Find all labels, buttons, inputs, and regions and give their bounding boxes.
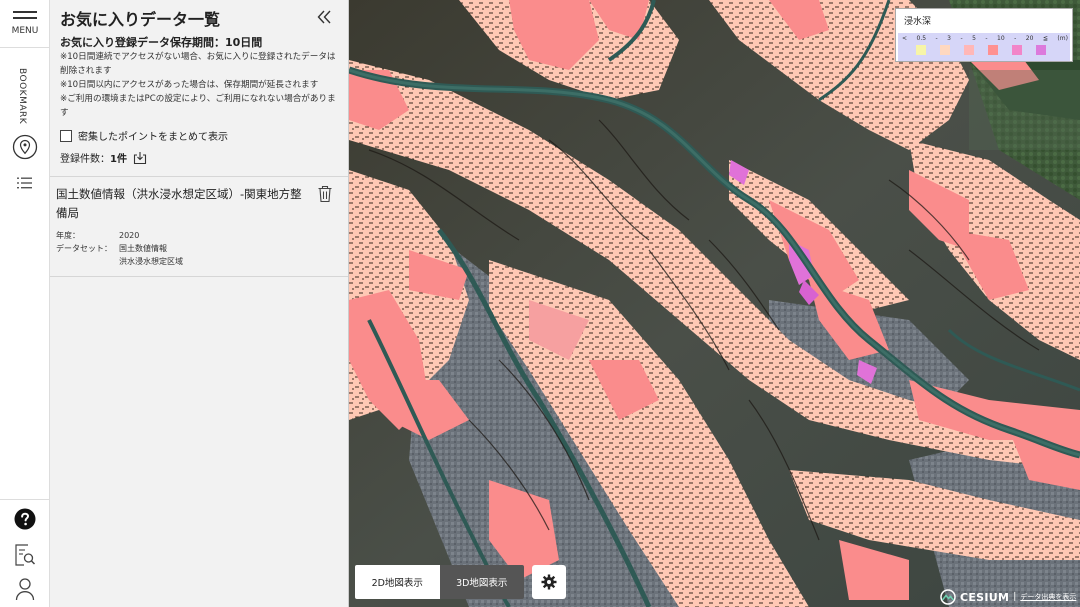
legend-tick: -: [985, 35, 988, 42]
dataset-value: 洪水浸水想定区域: [119, 257, 183, 266]
retention-notes: ※10日間連続でアクセスがない場合、お気に入りに登録されたデータは削除されます …: [60, 50, 342, 120]
favorites-panel: お気に入りデータ一覧 お気に入り登録データ保存期間：10日間 ※10日間連続でア…: [50, 0, 349, 607]
cesium-logo-text: CESIUM: [960, 590, 1010, 604]
favorite-item[interactable]: 国土数値情報（洪水浸水想定区域）-関東地方整備局 年度： 2020 データセット…: [50, 176, 348, 277]
flood-map-canvas: [349, 0, 1080, 607]
legend-title: 浸水深: [904, 17, 932, 27]
legend-tick: 5: [972, 35, 976, 42]
dataset-value: 国土数値情報: [119, 244, 167, 253]
registered-count: 登録件数：1件: [60, 150, 147, 165]
retention-note: ※10日間連続でアクセスがない場合、お気に入りに登録されたデータは削除されます: [60, 52, 336, 76]
legend-tick: -: [960, 35, 963, 42]
legend-tick: (m): [1057, 35, 1068, 42]
menu-label: MENU: [11, 26, 39, 36]
user-icon: [15, 578, 35, 601]
view-3d-button[interactable]: 3D地図表示: [439, 565, 524, 599]
legend-tick: 0.5: [916, 35, 927, 42]
legend-tick: -: [1014, 35, 1017, 42]
legend-swatch: [916, 45, 926, 55]
legend-tick: 10: [997, 35, 1005, 42]
bookmark-tab-label[interactable]: BOOKMARK: [17, 68, 27, 124]
legend-tick: 20: [1025, 35, 1034, 42]
count-value: 1件: [110, 154, 127, 165]
data-source-link[interactable]: データ出典を表示: [1020, 592, 1076, 602]
location-pin-button[interactable]: [0, 133, 50, 161]
menu-button[interactable]: MENU: [0, 0, 50, 48]
search-document-icon: [15, 544, 36, 566]
retention-note: ※10日間以内にアクセスがあった場合は、保存期間が延長されます: [60, 80, 319, 90]
favorite-item-title: 国土数値情報（洪水浸水想定区域）-関東地方整備局: [56, 187, 302, 220]
user-button[interactable]: [0, 576, 50, 602]
count-label: 登録件数：: [60, 154, 110, 165]
year-key: 年度：: [56, 231, 80, 240]
legend-swatch: [964, 45, 974, 55]
list-button[interactable]: [0, 175, 50, 191]
cluster-points-toggle[interactable]: 密集したポイントをまとめて表示: [60, 128, 228, 143]
view-2d-button[interactable]: 2D地図表示: [355, 565, 440, 599]
legend-ticks: < 0.5 - 3 - 5 - 10 - 20 ≦ (m): [902, 35, 1068, 42]
retention-note: ※ご利用の環境またはPCの設定により、ご利用になれない場合があります: [60, 94, 336, 118]
legend-tick: ≦: [1042, 35, 1048, 42]
rail-bottom-section: [0, 499, 50, 607]
retention-period-title: お気に入り登録データ保存期間：10日間: [60, 36, 263, 49]
cluster-points-checkbox[interactable]: [60, 129, 72, 142]
location-pin-icon: [12, 134, 38, 160]
legend-tick: <: [902, 35, 908, 42]
dataset-key: データセット：: [56, 244, 112, 253]
legend-swatch: [988, 45, 998, 55]
legend-scale: < 0.5 - 3 - 5 - 10 - 20 ≦ (m): [898, 33, 1070, 61]
panel-title: お気に入りデータ一覧: [60, 10, 221, 29]
search-document-button[interactable]: [0, 543, 50, 567]
hamburger-icon-line: [13, 17, 37, 19]
help-icon: [14, 508, 36, 530]
map-view-toggle: 2D地図表示 3D地図表示: [355, 565, 524, 599]
legend-tick: -: [935, 35, 938, 42]
cluster-points-label: 密集したポイントをまとめて表示: [78, 132, 228, 143]
icon-rail: MENU BOOKMARK: [0, 0, 50, 607]
cesium-logo-icon: [940, 589, 956, 605]
legend-swatch: [940, 45, 950, 55]
map-settings-button[interactable]: [532, 565, 566, 599]
gear-icon: [541, 574, 557, 590]
legend-swatch: [1012, 45, 1022, 55]
flood-depth-legend: 浸水深 < 0.5 - 3 - 5 - 10 - 20 ≦ (m): [895, 8, 1073, 62]
list-icon: [17, 177, 32, 189]
legend-swatches: [916, 45, 1046, 55]
export-icon[interactable]: [133, 151, 147, 165]
hamburger-icon: [13, 11, 37, 13]
legend-swatch: [1036, 45, 1046, 55]
map-credit: CESIUM | データ出典を表示: [940, 588, 1076, 606]
legend-tick: 3: [947, 35, 951, 42]
map-view[interactable]: [349, 0, 1080, 607]
year-value: 2020: [119, 231, 140, 240]
help-button[interactable]: [0, 508, 50, 530]
favorite-item-meta: 年度： 2020 データセット： 国土数値情報 洪水浸水想定区域: [56, 229, 183, 268]
trash-icon[interactable]: [317, 185, 333, 203]
collapse-panel-icon[interactable]: [316, 8, 332, 26]
